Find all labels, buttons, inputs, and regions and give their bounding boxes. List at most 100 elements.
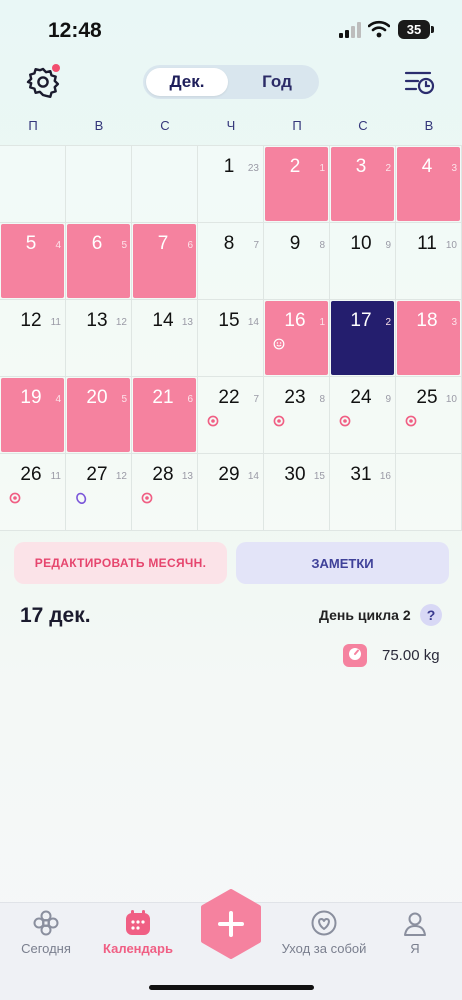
edit-period-button[interactable]: РЕДАКТИРОВАТЬ МЕСЯЧН.: [14, 542, 227, 584]
day-number: 23: [284, 387, 306, 408]
cycle-day-number: 13: [181, 317, 193, 328]
cycle-day-number: 10: [445, 240, 457, 251]
cycle-day-number: 6: [187, 240, 193, 251]
calendar-day[interactable]: 11 10: [396, 223, 462, 300]
calendar-day[interactable]: 26 11: [0, 454, 66, 531]
calendar-day[interactable]: 14 13: [132, 300, 198, 377]
cycle-day-number: 1: [319, 163, 325, 174]
calendar-day[interactable]: 65: [66, 223, 132, 300]
notes-button[interactable]: ЗАМЕТКИ: [236, 542, 449, 584]
calendar-day[interactable]: 29 14: [198, 454, 264, 531]
weekday-label: П: [292, 118, 302, 133]
cycle-day-number: 9: [385, 240, 391, 251]
calendar-day[interactable]: 24 9: [330, 377, 396, 454]
weekday-label: Ч: [226, 118, 236, 133]
calendar-day[interactable]: 12 11: [0, 300, 66, 377]
day-background: [1, 147, 64, 221]
calendar-day[interactable]: 32: [330, 146, 396, 223]
day-number: 2: [289, 156, 301, 177]
day-number: 24: [350, 387, 372, 408]
calendar-day[interactable]: 13 12: [66, 300, 132, 377]
calendar-day[interactable]: 28 13: [132, 454, 198, 531]
calendar-day[interactable]: 43: [396, 146, 462, 223]
nav-me[interactable]: Я: [392, 903, 438, 973]
view-segmented-control: Дек. Год: [143, 65, 319, 99]
segment-month[interactable]: Дек.: [146, 68, 228, 96]
weight-value: 75.00 kg: [382, 647, 440, 664]
wifi-icon: [368, 20, 390, 38]
notification-dot: [52, 64, 60, 72]
calendar-grid: 1 23 2 1 3 2 4 3 5 4 6 5 7 6 8 7 9 8 10 9 11 10 12 11 13 12 14 13 15…: [0, 145, 462, 531]
day-number: 16: [284, 310, 306, 331]
calendar-day[interactable]: 98: [264, 223, 330, 300]
day-background: [133, 147, 196, 221]
calendar-empty-cell: [66, 146, 132, 223]
cycle-day-number: 3: [451, 163, 457, 174]
day-number: 20: [86, 387, 108, 408]
mood-smiley-icon: [273, 338, 285, 350]
calendar-day[interactable]: 20 5: [66, 377, 132, 454]
cycle-day-number: 1: [319, 317, 325, 328]
user-icon: [404, 912, 426, 936]
selected-date-title: 17 дек.: [20, 604, 91, 627]
day-number: 18: [416, 310, 438, 331]
calendar-day[interactable]: 10 9: [330, 223, 396, 300]
cycle-day-number: 14: [247, 317, 259, 328]
calendar-day[interactable]: 21: [264, 146, 330, 223]
calendar-empty-cell: [132, 146, 198, 223]
calendar-day[interactable]: 30 15: [264, 454, 330, 531]
calendar-day[interactable]: 54: [0, 223, 66, 300]
calendar-day[interactable]: 25 10: [396, 377, 462, 454]
segment-year[interactable]: Год: [241, 68, 313, 96]
flower-icon: [33, 910, 59, 936]
cellular-signal-icon: [339, 22, 361, 38]
cycle-day-number: 4: [55, 394, 61, 405]
cycle-day-number: 11: [50, 317, 61, 328]
cycle-history-icon[interactable]: [404, 68, 436, 96]
day-number: 21: [152, 387, 174, 408]
calendar-day[interactable]: 15 14: [198, 300, 264, 377]
day-number: 8: [223, 233, 235, 254]
calendar-day[interactable]: 76: [132, 223, 198, 300]
day-number: 3: [355, 156, 367, 177]
day-number: 17: [350, 310, 372, 331]
nav-today[interactable]: Сегодня: [14, 903, 78, 973]
calendar-icon: [126, 910, 150, 935]
day-number: 4: [421, 156, 433, 177]
calendar-day[interactable]: 18 3: [396, 300, 462, 377]
cycle-day-number: 12: [115, 471, 127, 482]
cycle-day-number: 2: [385, 317, 391, 328]
cycle-day-number: 10: [445, 394, 457, 405]
calendar-day[interactable]: 22 7: [198, 377, 264, 454]
fertile-day-icon: [405, 415, 417, 427]
nav-selfcare[interactable]: Уход за собой: [276, 903, 372, 973]
status-bar: 12:48 35: [0, 0, 462, 60]
calendar-day[interactable]: 21 6: [132, 377, 198, 454]
home-indicator: [149, 985, 314, 990]
nav-calendar[interactable]: Календарь: [98, 903, 178, 973]
calendar-day[interactable]: 16 1: [264, 300, 330, 377]
cycle-day-number: 6: [187, 394, 193, 405]
calendar-day[interactable]: 23 8: [264, 377, 330, 454]
calendar-day[interactable]: 87: [198, 223, 264, 300]
weight-scale-icon: [343, 644, 367, 667]
cycle-day-number: 16: [379, 471, 391, 482]
calendar-day[interactable]: 27 12: [66, 454, 132, 531]
nav-calendar-label: Календарь: [103, 941, 173, 956]
calendar-day[interactable]: 1 23: [198, 146, 264, 223]
calendar-day[interactable]: 17 2: [330, 300, 396, 377]
nav-today-label: Сегодня: [21, 941, 71, 956]
help-button[interactable]: ?: [420, 604, 442, 626]
fertile-day-icon: [273, 415, 285, 427]
cycle-day-number: 11: [50, 471, 61, 482]
weekday-label: С: [160, 118, 170, 133]
day-background: [397, 455, 460, 529]
calendar-day[interactable]: 31 16: [330, 454, 396, 531]
calendar-day[interactable]: 19 4: [0, 377, 66, 454]
add-button[interactable]: [199, 889, 263, 959]
cycle-day-number: 5: [121, 394, 127, 405]
cycle-day-number: 9: [385, 394, 391, 405]
calendar-empty-cell: [0, 146, 66, 223]
heart-circle-icon: [311, 910, 337, 936]
weekday-header: П В С Ч П С В: [0, 118, 462, 142]
